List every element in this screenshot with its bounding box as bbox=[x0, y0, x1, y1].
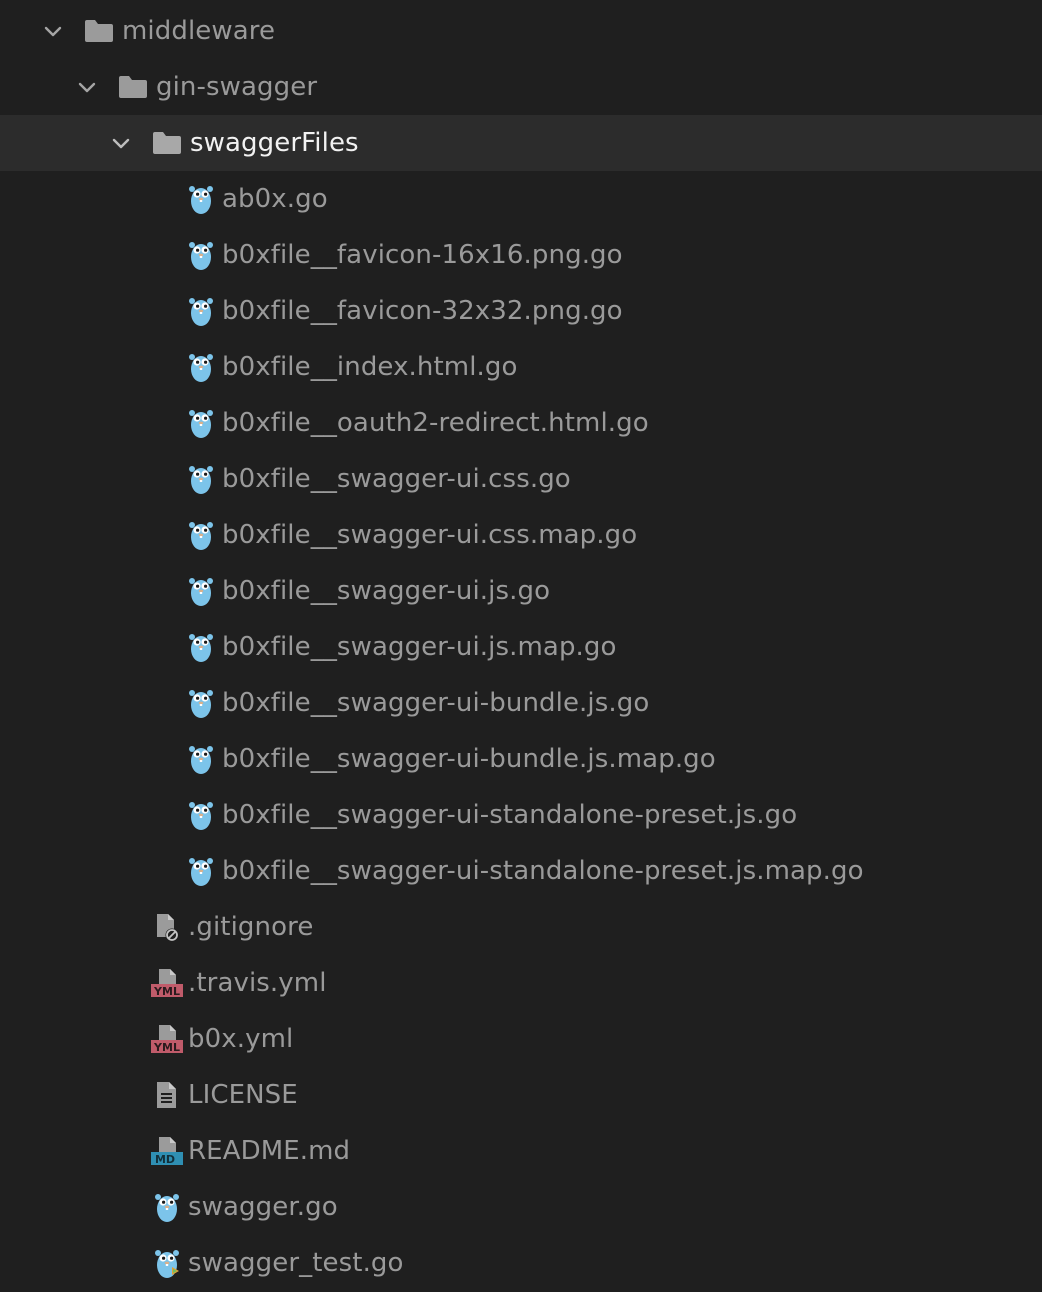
go-gopher-icon bbox=[189, 410, 213, 438]
file-label: LICENSE bbox=[188, 1080, 298, 1110]
yml-file-icon: YML bbox=[151, 1025, 183, 1054]
go-gopher-icon bbox=[189, 466, 213, 494]
file-row[interactable]: swagger.go bbox=[0, 1179, 1042, 1235]
file-label: b0xfile__swagger-ui-standalone-preset.js… bbox=[222, 800, 798, 830]
yml-file-icon: YML bbox=[151, 969, 183, 998]
file-row[interactable]: b0xfile__swagger-ui-standalone-preset.js… bbox=[0, 787, 1042, 843]
chevron-down-icon[interactable] bbox=[76, 76, 98, 98]
file-explorer-tree: middleware gin-swagger swaggerFiles ab0x… bbox=[0, 0, 1042, 1292]
file-label: README.md bbox=[188, 1136, 351, 1166]
folder-row-swaggerfiles[interactable]: swaggerFiles bbox=[0, 115, 1042, 171]
go-test-gopher-icon bbox=[155, 1250, 179, 1278]
file-row[interactable]: b0xfile__swagger-ui-bundle.js.map.go bbox=[0, 731, 1042, 787]
file-row[interactable]: b0xfile__index.html.go bbox=[0, 339, 1042, 395]
file-row[interactable]: YML .travis.yml bbox=[0, 955, 1042, 1011]
file-row[interactable]: b0xfile__oauth2-redirect.html.go bbox=[0, 395, 1042, 451]
go-gopher-icon bbox=[189, 746, 213, 774]
file-label: b0xfile__swagger-ui.css.go bbox=[222, 464, 571, 494]
chevron-down-icon[interactable] bbox=[110, 132, 132, 154]
folder-row-gin-swagger[interactable]: gin-swagger bbox=[0, 59, 1042, 115]
file-label: b0xfile__swagger-ui.js.go bbox=[222, 576, 551, 606]
go-gopher-icon bbox=[155, 1194, 179, 1222]
chevron-down-icon[interactable] bbox=[42, 20, 64, 42]
file-label: b0xfile__swagger-ui-bundle.js.go bbox=[222, 688, 650, 718]
svg-text:MD: MD bbox=[155, 1153, 175, 1166]
folder-label: gin-swagger bbox=[156, 72, 318, 102]
gitignore-file-icon bbox=[157, 914, 179, 942]
file-label: .travis.yml bbox=[188, 968, 327, 998]
file-row[interactable]: b0xfile__swagger-ui.js.map.go bbox=[0, 619, 1042, 675]
file-row[interactable]: .gitignore bbox=[0, 899, 1042, 955]
go-gopher-icon bbox=[189, 578, 213, 606]
folder-icon bbox=[119, 76, 147, 98]
folder-label: middleware bbox=[122, 16, 276, 46]
text-file-icon bbox=[157, 1082, 176, 1108]
file-label: b0xfile__favicon-32x32.png.go bbox=[222, 296, 623, 326]
folder-label: swaggerFiles bbox=[190, 128, 359, 158]
folder-icon bbox=[85, 20, 113, 42]
file-row[interactable]: b0xfile__favicon-16x16.png.go bbox=[0, 227, 1042, 283]
file-label: .gitignore bbox=[188, 912, 314, 942]
file-row[interactable]: b0xfile__swagger-ui.css.go bbox=[0, 451, 1042, 507]
file-row[interactable]: b0xfile__swagger-ui.js.go bbox=[0, 563, 1042, 619]
folder-row-middleware[interactable]: middleware bbox=[0, 3, 1042, 59]
file-label: b0xfile__swagger-ui.css.map.go bbox=[222, 520, 638, 550]
go-gopher-icon bbox=[189, 690, 213, 718]
go-gopher-icon bbox=[189, 802, 213, 830]
file-row[interactable]: MD README.md bbox=[0, 1123, 1042, 1179]
file-row[interactable]: ab0x.go bbox=[0, 171, 1042, 227]
svg-text:YML: YML bbox=[153, 985, 180, 998]
go-gopher-icon bbox=[189, 858, 213, 886]
file-label: b0xfile__swagger-ui.js.map.go bbox=[222, 632, 617, 662]
svg-text:YML: YML bbox=[153, 1041, 180, 1054]
go-gopher-icon bbox=[189, 242, 213, 270]
file-label: b0x.yml bbox=[188, 1024, 294, 1054]
file-label: b0xfile__favicon-16x16.png.go bbox=[222, 240, 623, 270]
file-label: b0xfile__oauth2-redirect.html.go bbox=[222, 408, 649, 438]
go-gopher-icon bbox=[189, 354, 213, 382]
markdown-file-icon: MD bbox=[151, 1137, 183, 1166]
file-row[interactable]: b0xfile__swagger-ui-standalone-preset.js… bbox=[0, 843, 1042, 899]
go-gopher-icon bbox=[189, 522, 213, 550]
go-gopher-icon bbox=[189, 186, 213, 214]
file-label: b0xfile__swagger-ui-bundle.js.map.go bbox=[222, 744, 716, 774]
go-gopher-icon bbox=[189, 298, 213, 326]
go-gopher-icon bbox=[189, 634, 213, 662]
file-label: swagger_test.go bbox=[188, 1248, 404, 1278]
file-row[interactable]: b0xfile__swagger-ui.css.map.go bbox=[0, 507, 1042, 563]
file-label: b0xfile__index.html.go bbox=[222, 352, 518, 382]
file-label: ab0x.go bbox=[222, 184, 328, 214]
file-row[interactable]: swagger_test.go bbox=[0, 1235, 1042, 1291]
file-row[interactable]: b0xfile__favicon-32x32.png.go bbox=[0, 283, 1042, 339]
file-row[interactable]: b0xfile__swagger-ui-bundle.js.go bbox=[0, 675, 1042, 731]
file-label: b0xfile__swagger-ui-standalone-preset.js… bbox=[222, 856, 864, 886]
file-row[interactable]: YML b0x.yml bbox=[0, 1011, 1042, 1067]
folder-icon bbox=[153, 132, 181, 154]
file-label: swagger.go bbox=[188, 1192, 338, 1222]
file-row[interactable]: LICENSE bbox=[0, 1067, 1042, 1123]
